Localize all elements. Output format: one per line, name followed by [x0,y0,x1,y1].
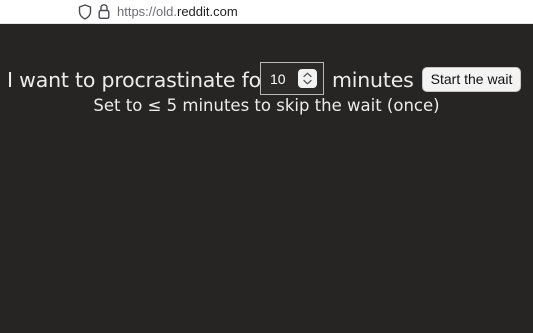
start-wait-button[interactable]: Start the wait [422,67,521,92]
url-subdomain: old. [156,4,177,19]
lock-icon[interactable] [97,3,111,20]
stepper-arrows-icon[interactable] [298,69,317,88]
skip-hint: Set to ≤ 5 minutes to skip the wait (onc… [93,96,440,115]
minutes-input[interactable]: 10 [260,62,324,95]
page-content: I want to procrastinate for 10 minutes S… [0,24,533,333]
lead-label: I want to procrastinate for [7,68,270,92]
url-text[interactable]: https://old.reddit.com [117,4,238,20]
address-bar[interactable]: https://old.reddit.com [0,0,533,24]
minutes-stepper[interactable] [298,69,317,88]
minutes-value[interactable]: 10 [270,71,286,87]
minutes-label: minutes [332,68,414,92]
procrastinate-form: I want to procrastinate for 10 minutes S… [0,62,533,98]
url-scheme: https:// [117,4,157,19]
url-domain: reddit.com [177,4,238,19]
shield-icon [78,4,92,20]
